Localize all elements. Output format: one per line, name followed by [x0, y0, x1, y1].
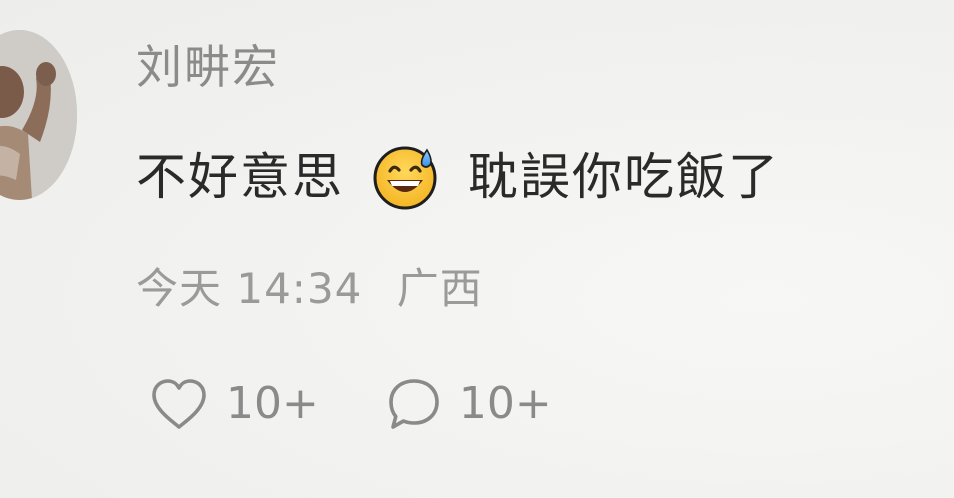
username[interactable]: 刘畊宏	[136, 44, 280, 90]
timestamp: 今天 14:34	[136, 264, 363, 313]
grinning-face-with-sweat-icon	[372, 144, 438, 210]
comment-text: 不好意思 耽誤你吃飯了	[136, 144, 780, 210]
like-button[interactable]: 10+	[148, 376, 319, 432]
comment-card: 刘畊宏 不好意思 耽誤你吃飯了 今天 14:34 广西 10+ 10+	[0, 0, 954, 498]
comment-actions: 10+ 10+	[148, 376, 552, 432]
avatar-photo	[0, 30, 77, 200]
location: 广西	[396, 264, 483, 313]
comment-bubble-icon	[389, 379, 439, 429]
comment-meta: 今天 14:34 广西	[136, 268, 483, 310]
heart-icon	[152, 379, 206, 429]
like-count: 10+	[226, 378, 319, 429]
avatar[interactable]	[0, 30, 77, 200]
reply-count: 10+	[458, 378, 552, 429]
reply-button[interactable]: 10+	[385, 375, 552, 433]
comment-text-part-2: 耽誤你吃飯了	[468, 148, 780, 206]
comment-text-part-1: 不好意思	[136, 148, 344, 206]
